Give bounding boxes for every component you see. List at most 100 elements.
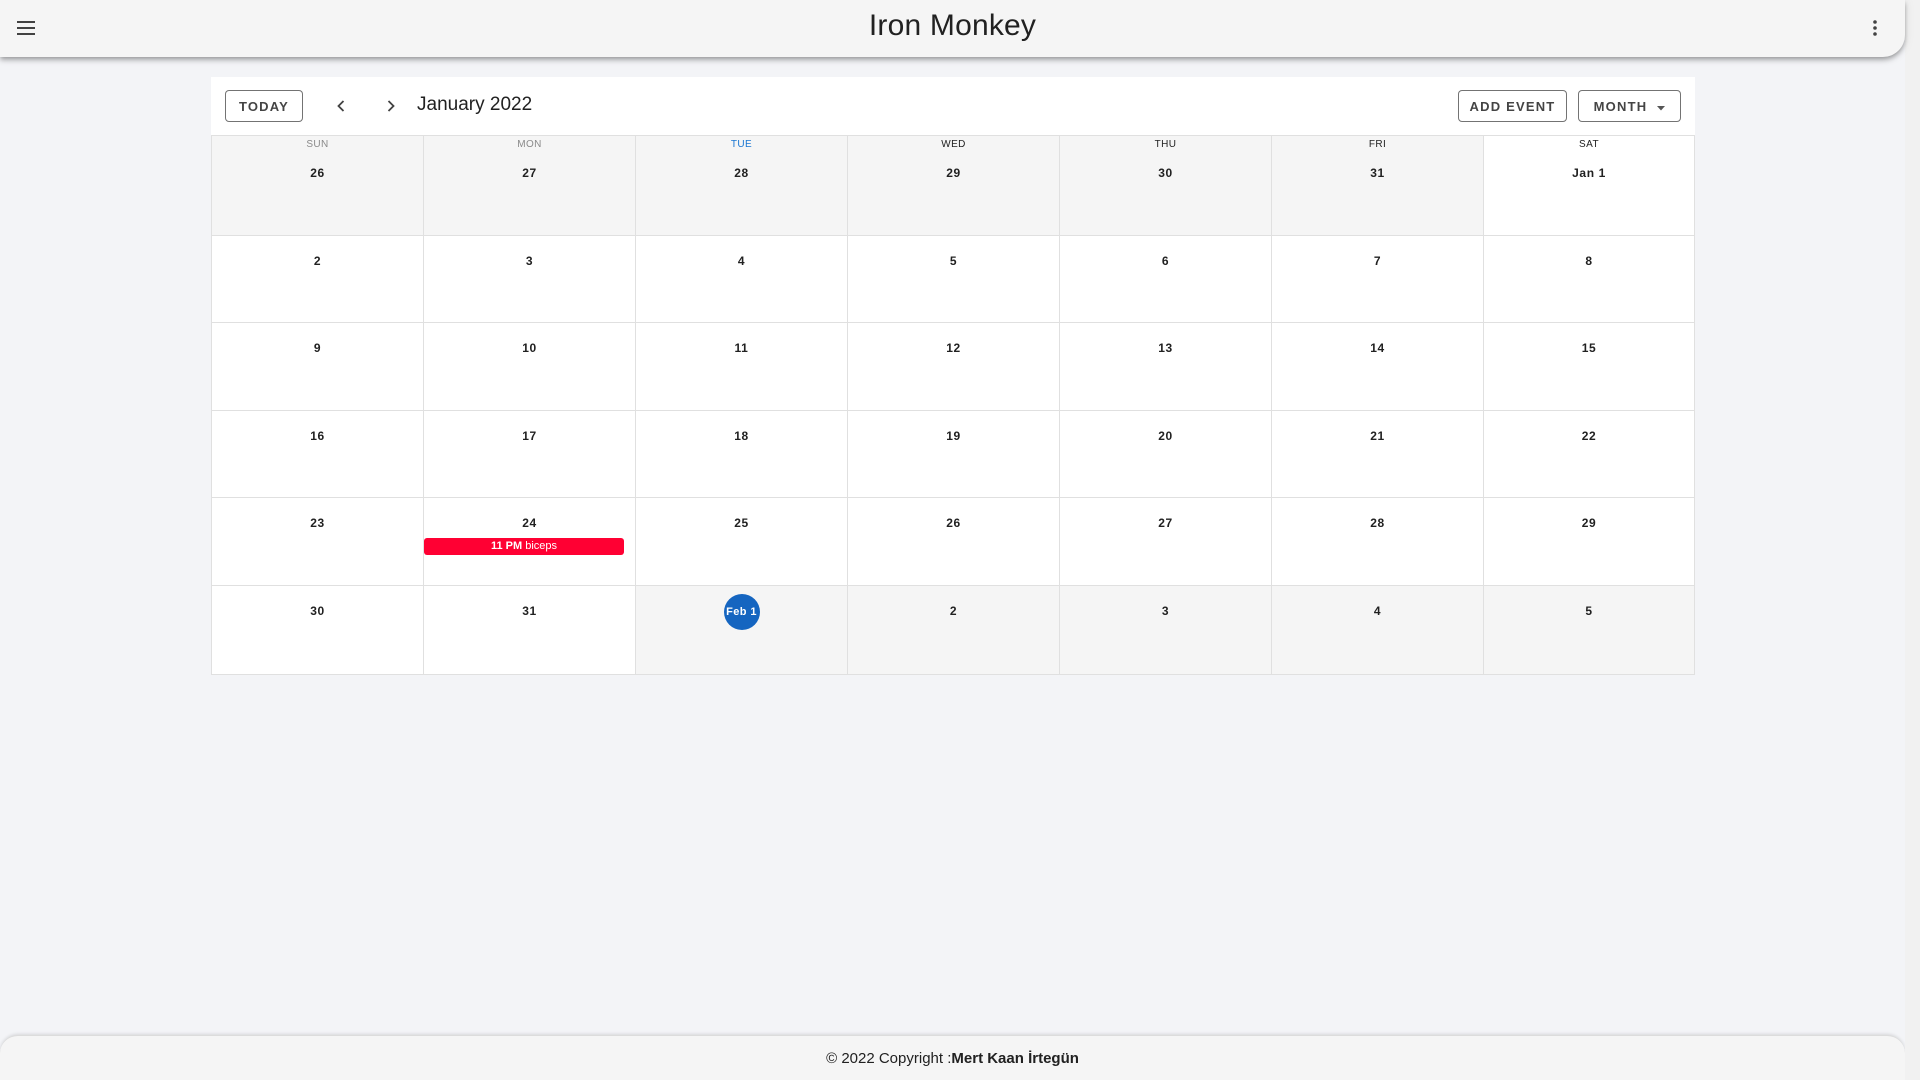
day-cell[interactable]: 18: [636, 411, 848, 498]
day-number[interactable]: 14: [1272, 341, 1483, 355]
day-cell[interactable]: 28: [1272, 498, 1484, 586]
day-cell[interactable]: 31: [424, 586, 636, 675]
day-number[interactable]: 11: [636, 341, 847, 355]
footer: © 2022 Copyright : Mert Kaan İrtegün: [0, 1035, 1905, 1080]
day-number[interactable]: 16: [212, 429, 423, 443]
day-cell[interactable]: 8: [1484, 236, 1695, 323]
day-cell[interactable]: 3: [424, 236, 636, 323]
day-cell[interactable]: 27: [1060, 498, 1272, 586]
copyright-text: © 2022 Copyright :: [826, 1049, 952, 1067]
day-cell[interactable]: TUE 28: [636, 136, 848, 236]
day-number[interactable]: Jan 1: [1484, 166, 1694, 180]
today-button[interactable]: TODAY: [225, 90, 303, 122]
day-cell[interactable]: 24 11 PM biceps: [424, 498, 636, 586]
today-date-badge[interactable]: Feb 1: [723, 594, 760, 630]
day-cell[interactable]: MON 27: [424, 136, 636, 236]
day-cell[interactable]: 4: [636, 236, 848, 323]
day-cell[interactable]: 21: [1272, 411, 1484, 498]
day-number[interactable]: 3: [424, 254, 635, 268]
day-number[interactable]: 5: [848, 254, 1059, 268]
weekday-label: SUN: [306, 139, 329, 150]
day-number[interactable]: 21: [1272, 429, 1483, 443]
day-cell[interactable]: WED 29: [848, 136, 1060, 236]
day-cell[interactable]: 23: [212, 498, 424, 586]
day-number[interactable]: 4: [636, 254, 847, 268]
day-number[interactable]: 5: [1484, 604, 1694, 618]
period-title: January 2022: [417, 94, 533, 115]
day-cell[interactable]: 11: [636, 323, 848, 411]
day-cell[interactable]: SUN 26: [212, 136, 424, 236]
day-number[interactable]: 6: [1060, 254, 1271, 268]
day-cell[interactable]: 2: [212, 236, 424, 323]
day-cell[interactable]: 7: [1272, 236, 1484, 323]
day-number[interactable]: 30: [1060, 166, 1271, 180]
day-cell[interactable]: THU 30: [1060, 136, 1272, 236]
day-cell[interactable]: 9: [212, 323, 424, 411]
page-scrollbar[interactable]: [1905, 0, 1920, 1080]
day-cell[interactable]: 20: [1060, 411, 1272, 498]
day-cell[interactable]: 12: [848, 323, 1060, 411]
day-number[interactable]: 2: [212, 254, 423, 268]
day-cell[interactable]: 3: [1060, 586, 1272, 675]
day-cell[interactable]: 15: [1484, 323, 1695, 411]
day-cell[interactable]: 22: [1484, 411, 1695, 498]
day-number[interactable]: 29: [1484, 516, 1694, 530]
day-cell[interactable]: 30: [212, 586, 424, 675]
chevron-right-icon[interactable]: [377, 92, 405, 120]
day-number[interactable]: 22: [1484, 429, 1694, 443]
day-number[interactable]: 12: [848, 341, 1059, 355]
month-grid: SUN 26 MON 27 TUE 28 WED 29 THU 30 FRI 31 SAT Jan 123…: [211, 135, 1695, 675]
day-number[interactable]: 23: [212, 516, 423, 530]
day-cell[interactable]: 5: [1484, 586, 1695, 675]
day-cell[interactable]: 13: [1060, 323, 1272, 411]
calendar-event[interactable]: 11 PM biceps: [424, 538, 624, 555]
day-number[interactable]: 25: [636, 516, 847, 530]
day-cell[interactable]: FRI 31: [1272, 136, 1484, 236]
weekday-label: THU: [1154, 139, 1177, 150]
more-vert-icon[interactable]: [1859, 12, 1891, 44]
day-cell[interactable]: 4: [1272, 586, 1484, 675]
day-number[interactable]: 18: [636, 429, 847, 443]
chevron-left-icon[interactable]: [327, 92, 355, 120]
view-select-button[interactable]: MONTH: [1578, 90, 1681, 122]
day-cell[interactable]: 2: [848, 586, 1060, 675]
day-cell[interactable]: 6: [1060, 236, 1272, 323]
day-number[interactable]: 28: [1272, 516, 1483, 530]
day-number[interactable]: 31: [424, 604, 635, 618]
day-number[interactable]: 2: [848, 604, 1059, 618]
day-number[interactable]: 20: [1060, 429, 1271, 443]
day-number[interactable]: 27: [1060, 516, 1271, 530]
day-number[interactable]: 8: [1484, 254, 1694, 268]
day-cell[interactable]: 16: [212, 411, 424, 498]
day-cell[interactable]: 10: [424, 323, 636, 411]
event-name: biceps: [525, 540, 558, 552]
day-number[interactable]: 26: [848, 516, 1059, 530]
day-number[interactable]: 9: [212, 341, 423, 355]
day-number[interactable]: 29: [848, 166, 1059, 180]
day-number[interactable]: 4: [1272, 604, 1483, 618]
day-number[interactable]: 10: [424, 341, 635, 355]
day-number[interactable]: 3: [1060, 604, 1271, 618]
day-number[interactable]: 26: [212, 166, 423, 180]
day-number[interactable]: 28: [636, 166, 847, 180]
add-event-button[interactable]: ADD EVENT: [1458, 90, 1567, 122]
day-number[interactable]: 15: [1484, 341, 1694, 355]
view-select-label: MONTH: [1593, 98, 1648, 114]
day-cell[interactable]: 26: [848, 498, 1060, 586]
day-cell[interactable]: 17: [424, 411, 636, 498]
day-cell[interactable]: 14: [1272, 323, 1484, 411]
day-number[interactable]: 13: [1060, 341, 1271, 355]
day-number[interactable]: 19: [848, 429, 1059, 443]
day-number[interactable]: 17: [424, 429, 635, 443]
day-number[interactable]: 30: [212, 604, 423, 618]
day-number[interactable]: 27: [424, 166, 635, 180]
day-number[interactable]: 24: [424, 516, 635, 530]
day-cell[interactable]: Feb 1: [636, 586, 848, 675]
day-cell[interactable]: 25: [636, 498, 848, 586]
day-cell[interactable]: SAT Jan 1: [1484, 136, 1695, 236]
day-cell[interactable]: 29: [1484, 498, 1695, 586]
day-number[interactable]: 7: [1272, 254, 1483, 268]
day-cell[interactable]: 19: [848, 411, 1060, 498]
day-number[interactable]: 31: [1272, 166, 1483, 180]
day-cell[interactable]: 5: [848, 236, 1060, 323]
